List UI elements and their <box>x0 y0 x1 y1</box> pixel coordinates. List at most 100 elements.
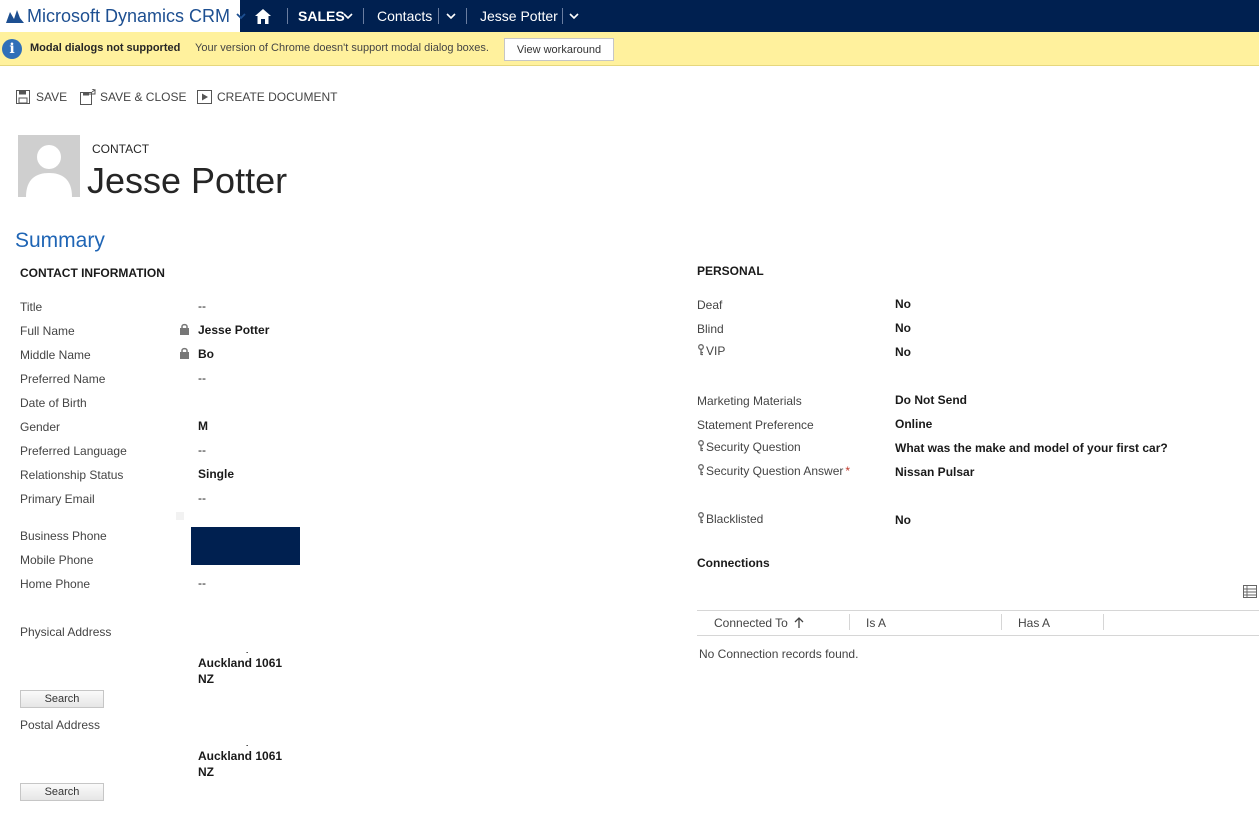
field-value-preferred-name[interactable]: -- <box>198 371 206 385</box>
save-close-command[interactable]: SAVE & CLOSE <box>80 87 186 107</box>
top-nav-bar: Microsoft Dynamics CRM SALES Contacts Je… <box>0 0 1259 32</box>
address-cut-line <box>198 647 258 653</box>
field-label-marketing-materials: Marketing Materials <box>697 394 802 408</box>
home-icon[interactable] <box>253 6 273 26</box>
column-divider <box>849 614 850 630</box>
lock-icon <box>180 347 189 359</box>
field-value-home-phone[interactable]: -- <box>198 576 206 590</box>
field-label-middle-name: Middle Name <box>20 348 91 362</box>
field-label-deaf: Deaf <box>697 298 723 312</box>
notification-title: Modal dialogs not supported <box>30 42 181 54</box>
postal-address-line1[interactable]: Auckland 1061 <box>198 749 282 763</box>
physical-address-search-button[interactable]: Search <box>20 690 104 708</box>
field-label-physical-address: Physical Address <box>20 625 112 639</box>
field-label-vip: VIP <box>697 344 725 358</box>
field-label-blind: Blind <box>697 322 724 336</box>
field-label-full-name: Full Name <box>20 324 75 338</box>
notification-bar: i Modal dialogs not supported Your versi… <box>0 32 1259 66</box>
field-placeholder-marker <box>176 512 184 520</box>
chevron-down-icon[interactable] <box>569 11 579 21</box>
postal-address-line2[interactable]: NZ <box>198 765 214 779</box>
column-header-is-a[interactable]: Is A <box>866 616 886 630</box>
column-header-has-a[interactable]: Has A <box>1018 616 1050 630</box>
field-value-vip[interactable]: No <box>895 345 911 359</box>
field-label-relationship-status: Relationship Status <box>20 468 124 482</box>
field-label-security-answer: Security Question Answer * <box>697 464 850 478</box>
grid-view-icon[interactable] <box>1243 585 1257 598</box>
field-value-blind[interactable]: No <box>895 321 911 335</box>
nav-area-sales[interactable]: SALES <box>298 0 345 32</box>
field-label-gender: Gender <box>20 420 61 434</box>
save-command[interactable]: SAVE <box>16 87 67 107</box>
contact-info-heading: CONTACT INFORMATION <box>20 266 165 280</box>
connections-heading: Connections <box>697 556 770 570</box>
field-label-blacklisted: Blacklisted <box>697 512 763 526</box>
field-value-relationship-status[interactable]: Single <box>198 467 234 481</box>
field-label-mobile-phone: Mobile Phone <box>20 553 94 567</box>
chevron-down-icon[interactable] <box>343 11 353 21</box>
key-icon <box>698 440 704 452</box>
app-switcher[interactable]: Microsoft Dynamics CRM <box>0 0 246 32</box>
chevron-down-icon[interactable] <box>446 11 456 21</box>
key-icon <box>698 464 704 476</box>
postal-address-search-button[interactable]: Search <box>20 783 104 801</box>
nav-record-name[interactable]: Jesse Potter <box>480 0 558 32</box>
notification-message: Your version of Chrome doesn't support m… <box>195 42 489 54</box>
nav-divider <box>363 8 364 24</box>
field-value-middle-name[interactable]: Bo <box>198 347 214 361</box>
column-header-connected-to[interactable]: Connected To <box>714 616 804 630</box>
save-close-label: SAVE & CLOSE <box>100 90 187 104</box>
column-divider <box>1001 614 1002 630</box>
nav-divider <box>466 8 467 24</box>
field-value-blacklisted[interactable]: No <box>895 513 911 527</box>
field-label-security-question: Security Question <box>697 440 801 454</box>
sort-ascending-icon <box>794 617 804 628</box>
avatar[interactable] <box>18 135 80 197</box>
nav-divider <box>438 8 439 24</box>
nav-entity-contacts[interactable]: Contacts <box>377 0 432 32</box>
save-icon <box>16 89 32 105</box>
field-label-security-question-text: Security Question <box>706 440 801 454</box>
create-document-command[interactable]: CREATE DOCUMENT <box>197 87 337 107</box>
record-entity-type: CONTACT <box>92 142 150 156</box>
field-label-preferred-name: Preferred Name <box>20 372 106 386</box>
person-icon <box>26 145 72 197</box>
field-value-primary-email[interactable]: -- <box>198 491 206 505</box>
dynamics-logo-icon <box>6 7 24 25</box>
connections-grid-header: Connected To Is A Has A <box>697 610 1259 636</box>
field-label-security-answer-text: Security Question Answer <box>706 464 844 478</box>
field-label-date-of-birth: Date of Birth <box>20 396 87 410</box>
field-value-preferred-language[interactable]: -- <box>198 443 206 457</box>
save-label: SAVE <box>36 90 68 104</box>
key-icon <box>698 344 704 356</box>
field-label-business-phone: Business Phone <box>20 529 107 543</box>
save-close-icon <box>80 89 96 105</box>
address-cut-line <box>198 740 258 746</box>
app-title: Microsoft Dynamics CRM <box>27 5 231 26</box>
field-value-security-answer[interactable]: Nissan Pulsar <box>895 465 974 479</box>
record-title: Jesse Potter <box>87 160 288 201</box>
key-icon <box>698 512 704 524</box>
column-divider <box>1103 614 1104 630</box>
view-workaround-button[interactable]: View workaround <box>504 38 614 61</box>
field-value-statement-preference[interactable]: Online <box>895 417 932 431</box>
field-value-security-question[interactable]: What was the make and model of your firs… <box>895 441 1168 455</box>
required-marker: * <box>845 464 851 478</box>
info-icon: i <box>2 39 22 59</box>
field-label-home-phone: Home Phone <box>20 577 91 591</box>
section-title-summary: Summary <box>15 229 105 252</box>
field-value-gender[interactable]: M <box>198 419 208 433</box>
create-document-icon <box>197 89 213 105</box>
field-value-marketing-materials[interactable]: Do Not Send <box>895 393 967 407</box>
nav-divider <box>562 8 563 24</box>
physical-address-line2[interactable]: NZ <box>198 672 214 686</box>
field-value-title[interactable]: -- <box>198 299 206 313</box>
physical-address-line1[interactable]: Auckland 1061 <box>198 656 282 670</box>
personal-heading: PERSONAL <box>697 264 764 278</box>
field-label-primary-email: Primary Email <box>20 492 95 506</box>
connections-empty-message: No Connection records found. <box>699 647 859 661</box>
field-value-full-name[interactable]: Jesse Potter <box>198 323 269 337</box>
field-label-title: Title <box>20 300 43 314</box>
create-document-label: CREATE DOCUMENT <box>217 90 338 104</box>
field-value-deaf[interactable]: No <box>895 297 911 311</box>
